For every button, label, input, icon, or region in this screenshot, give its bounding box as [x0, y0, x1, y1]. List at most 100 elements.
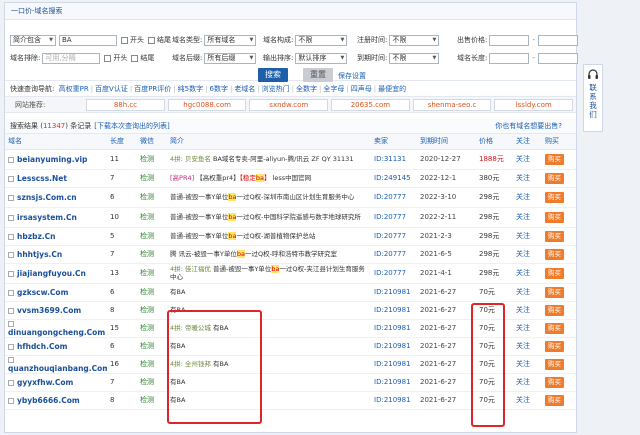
- seller-link[interactable]: ID:210981: [374, 378, 411, 386]
- reset-button[interactable]: 重置: [303, 68, 333, 82]
- row-checkbox[interactable]: [8, 356, 14, 363]
- recommend-site-link[interactable]: hgc0088.com: [167, 98, 247, 111]
- wechat-check-link[interactable]: 检测: [140, 342, 154, 350]
- row-checkbox[interactable]: [8, 156, 14, 163]
- end-checkbox[interactable]: [148, 36, 155, 44]
- follow-link[interactable]: 关注: [516, 174, 530, 182]
- recommend-site-link[interactable]: 20635.com: [331, 98, 410, 111]
- exclude-input[interactable]: 可用,分隔: [42, 52, 101, 64]
- wechat-check-link[interactable]: 检测: [140, 288, 154, 296]
- save-settings-link[interactable]: 保存设置: [338, 71, 366, 81]
- buy-button[interactable]: 购买: [545, 230, 564, 242]
- buy-button[interactable]: 购买: [545, 358, 564, 370]
- quick-nav-link[interactable]: 四声母: [351, 85, 372, 93]
- domain-link[interactable]: gzkscw.Com: [17, 288, 68, 297]
- follow-link[interactable]: 关注: [516, 288, 530, 296]
- buy-button[interactable]: 购买: [545, 191, 564, 203]
- wechat-check-link[interactable]: 检测: [140, 360, 154, 368]
- buy-button[interactable]: 购买: [545, 267, 564, 279]
- download-list-link[interactable]: [下载本次查询出的列表]: [94, 121, 169, 131]
- type-select[interactable]: 所有域名 ▼: [204, 34, 257, 46]
- domain-link[interactable]: ybyb6666.Com: [17, 396, 80, 405]
- ex-end-checkbox[interactable]: [131, 54, 139, 62]
- domain-link[interactable]: Lesscss.Net: [17, 174, 67, 183]
- domain-link[interactable]: quanzhouqianbang.Com: [8, 364, 107, 373]
- seller-link[interactable]: ID:20777: [374, 269, 406, 277]
- domain-link[interactable]: beianyuming.vip: [17, 155, 87, 164]
- buy-button[interactable]: 购买: [545, 340, 564, 352]
- suffix-select[interactable]: 所有后缀 ▼: [204, 52, 257, 64]
- row-checkbox[interactable]: [8, 343, 14, 350]
- follow-link[interactable]: 关注: [516, 396, 530, 404]
- buy-button[interactable]: 购买: [545, 376, 564, 388]
- follow-link[interactable]: 关注: [516, 250, 530, 258]
- wechat-check-link[interactable]: 检测: [140, 378, 154, 386]
- wechat-check-link[interactable]: 检测: [140, 324, 154, 332]
- seller-link[interactable]: ID:210981: [374, 342, 411, 350]
- buy-button[interactable]: 购买: [545, 153, 564, 165]
- domain-link[interactable]: dinuangongcheng.Com: [8, 328, 105, 337]
- wechat-check-link[interactable]: 检测: [140, 174, 154, 182]
- follow-link[interactable]: 关注: [516, 324, 530, 332]
- row-checkbox[interactable]: [8, 233, 14, 240]
- row-checkbox[interactable]: [8, 214, 14, 221]
- recommend-site-link[interactable]: shenma-seo.c: [412, 98, 492, 111]
- sort-select[interactable]: 默认排序 ▼: [295, 52, 348, 64]
- keyword-input[interactable]: BA: [59, 34, 117, 46]
- buy-button[interactable]: 购买: [545, 304, 564, 316]
- wechat-check-link[interactable]: 检测: [140, 193, 154, 201]
- contact-us-panel[interactable]: 联系我们: [583, 64, 603, 132]
- start-checkbox[interactable]: [121, 36, 128, 44]
- domain-link[interactable]: irsasystem.Cn: [17, 213, 77, 222]
- domain-link[interactable]: hbzbz.Cn: [17, 232, 56, 241]
- seller-link[interactable]: ID:249145: [374, 174, 411, 182]
- follow-link[interactable]: 关注: [516, 269, 530, 277]
- intro-select[interactable]: 简介包含 ▼: [10, 34, 56, 46]
- buy-button[interactable]: 购买: [545, 248, 564, 260]
- price-min-input[interactable]: [489, 34, 530, 46]
- domain-link[interactable]: jiajiangfuyou.Cn: [17, 269, 86, 278]
- follow-link[interactable]: 关注: [516, 378, 530, 386]
- row-checkbox[interactable]: [8, 289, 14, 296]
- domain-link[interactable]: vvsm3699.Com: [17, 306, 81, 315]
- buy-button[interactable]: 购买: [545, 394, 564, 406]
- seller-link[interactable]: ID:20777: [374, 232, 406, 240]
- quick-nav-link[interactable]: 全数字: [296, 85, 317, 93]
- quick-nav-link[interactable]: 6数字: [209, 85, 227, 93]
- wechat-check-link[interactable]: 检测: [140, 396, 154, 404]
- seller-link[interactable]: ID:210981: [374, 288, 411, 296]
- recommend-site-link[interactable]: 88h.cc: [86, 98, 165, 111]
- wechat-check-link[interactable]: 检测: [140, 306, 154, 314]
- buy-button[interactable]: 购买: [545, 172, 564, 184]
- quick-nav-link[interactable]: 浏览热门: [262, 85, 290, 93]
- quick-nav-link[interactable]: 纯5数字: [178, 85, 203, 93]
- row-checkbox[interactable]: [8, 320, 14, 327]
- wechat-check-link[interactable]: 检测: [140, 213, 154, 221]
- wechat-check-link[interactable]: 检测: [140, 269, 154, 277]
- len-max-input[interactable]: [537, 52, 578, 64]
- seller-link[interactable]: ID:210981: [374, 306, 411, 314]
- buy-button[interactable]: 购买: [545, 286, 564, 298]
- ex-start-checkbox[interactable]: [104, 54, 112, 62]
- seller-link[interactable]: ID:210981: [374, 360, 411, 368]
- row-checkbox[interactable]: [8, 397, 14, 404]
- build-select[interactable]: 不限 ▼: [295, 34, 348, 46]
- domain-link[interactable]: sznsjs.Com.cn: [17, 193, 77, 202]
- quick-nav-link[interactable]: 百度V认证: [95, 85, 128, 93]
- len-min-input[interactable]: [489, 52, 530, 64]
- seller-link[interactable]: ID:20777: [374, 213, 406, 221]
- wechat-check-link[interactable]: 检测: [140, 250, 154, 258]
- row-checkbox[interactable]: [8, 307, 14, 314]
- domain-link[interactable]: hfhdch.Com: [17, 342, 67, 351]
- follow-link[interactable]: 关注: [516, 155, 530, 163]
- quick-nav-link[interactable]: 百度PR评价: [134, 85, 171, 93]
- buy-button[interactable]: 购买: [545, 211, 564, 223]
- price-max-input[interactable]: [537, 34, 578, 46]
- wechat-check-link[interactable]: 检测: [140, 232, 154, 240]
- row-checkbox[interactable]: [8, 251, 14, 258]
- seller-link[interactable]: ID:31131: [374, 155, 406, 163]
- sell-domain-link[interactable]: 你也有域名想要出售?: [495, 121, 562, 131]
- follow-link[interactable]: 关注: [516, 306, 530, 314]
- follow-link[interactable]: 关注: [516, 360, 530, 368]
- row-checkbox[interactable]: [8, 270, 14, 277]
